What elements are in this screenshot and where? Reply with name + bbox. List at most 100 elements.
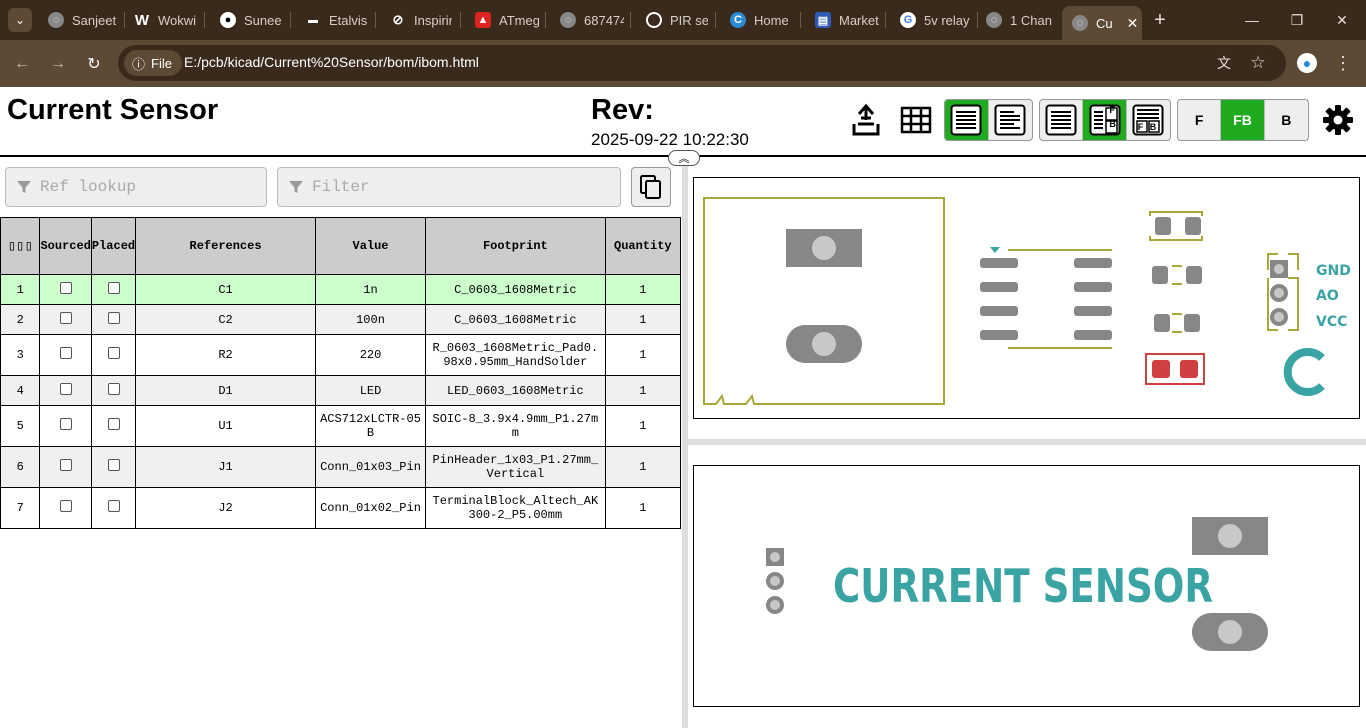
bom-top-bottom-button[interactable]: F B [1127, 100, 1170, 140]
table-row[interactable]: 4 D1 LED LED_0603_1608Metric 1 [0, 375, 682, 406]
browser-tab[interactable]: ▤ Market [815, 6, 879, 34]
revision-label: Rev: [591, 94, 654, 126]
quantity-header[interactable]: Quantity [604, 217, 682, 275]
settings-button[interactable] [1320, 99, 1356, 141]
references-cell: J2 [135, 487, 316, 529]
row-number: 7 [0, 487, 41, 529]
front-layer-button[interactable]: F [1178, 100, 1222, 140]
ibom-page: Current Sensor Rev: 2025-09-22 10:22:30 … [0, 87, 1366, 728]
table-row[interactable]: 2 C2 100n C_0603_1608Metric 1 [0, 304, 682, 335]
close-icon[interactable]: ✕ [1127, 15, 1139, 32]
quantity-cell: 1 [604, 304, 682, 335]
placed-checkbox[interactable] [107, 347, 120, 359]
checkbox-cell [90, 487, 137, 529]
placed-checkbox[interactable] [107, 418, 120, 430]
browser-tab[interactable]: ◌ Sanjeet [48, 6, 118, 34]
sourced-checkbox[interactable] [59, 347, 72, 359]
c2-silkscreen [1172, 265, 1182, 285]
browser-tab[interactable]: W Wokwi [134, 6, 198, 34]
back-button[interactable]: ← [10, 52, 34, 76]
new-tab-button[interactable]: + [1148, 8, 1172, 32]
save-bom-button[interactable] [847, 99, 885, 141]
sourced-checkbox[interactable] [59, 418, 72, 430]
reload-button[interactable]: ↻ [82, 52, 106, 76]
browser-tab[interactable]: ◌ 687474 [560, 6, 624, 34]
d1-pad-1 [1152, 360, 1170, 378]
row-number: 6 [0, 446, 41, 488]
bom-only-button[interactable] [1040, 100, 1084, 140]
sourced-checkbox[interactable] [59, 500, 72, 512]
browser-tab[interactable]: ⊘ Inspirin [390, 6, 452, 34]
table-row[interactable]: 3 R2 220 R_0603_1608Metric_Pad0.98x0.95mm_H… [0, 334, 682, 376]
front-pcb-canvas[interactable]: GND AO VCC [693, 177, 1360, 419]
table-row[interactable]: 1 C1 1n C_0603_1608Metric 1 [0, 274, 682, 305]
copy-bom-button[interactable] [631, 167, 671, 207]
browser-tab[interactable]: ◌ 1 Chan [986, 6, 1052, 34]
value-header[interactable]: Value [314, 217, 427, 275]
minimize-button[interactable]: — [1240, 8, 1264, 32]
bom-table: ▯▯▯ Sourced Placed References Value Foot… [0, 217, 682, 529]
profile-avatar[interactable]: ● [1297, 53, 1317, 73]
browser-tab-active[interactable]: ◌ Cu ✕ [1062, 6, 1142, 40]
bom-left-right-button[interactable]: F B [1083, 100, 1127, 140]
site-info-chip[interactable]: ⓘ File [124, 50, 182, 76]
browser-tab[interactable]: PIR sen [646, 6, 708, 34]
sourced-checkbox[interactable] [59, 382, 72, 395]
translate-icon[interactable]: 文 [1214, 53, 1234, 73]
placed-checkbox[interactable] [107, 500, 120, 512]
quantity-cell: 1 [604, 446, 682, 488]
tab-search-button[interactable]: ⌄ [8, 8, 32, 32]
bom-tb-icon [994, 104, 1026, 136]
references-header[interactable]: References [135, 217, 316, 275]
checkbox-cell [39, 405, 92, 447]
filter-input[interactable]: Filter [277, 167, 621, 207]
column-layout-button[interactable] [898, 99, 934, 141]
d1-pad-2 [1180, 360, 1198, 378]
horizontal-splitter[interactable] [688, 439, 1366, 445]
r2-pad-2 [1184, 314, 1200, 332]
references-cell: R2 [135, 334, 316, 376]
layout-toggle-group [944, 99, 1033, 141]
close-window-button[interactable]: ✕ [1330, 8, 1354, 32]
omnibox[interactable]: ⓘ File E:/pcb/kicad/Current%20Sensor/bom/… [118, 45, 1286, 81]
download-tray-icon [852, 103, 880, 136]
url-text[interactable]: E:/pcb/kicad/Current%20Sensor/bom/ibom.h… [184, 54, 479, 70]
bookmark-star-icon[interactable]: ☆ [1248, 53, 1268, 73]
placed-checkbox[interactable] [107, 311, 120, 324]
browser-tab[interactable]: C Home [730, 6, 794, 34]
ref-lookup-input[interactable]: Ref lookup [5, 167, 267, 207]
j2-drill-2 [812, 332, 836, 356]
back-pcb-canvas[interactable]: CURRENT SENSOR [693, 465, 1360, 707]
front-back-layer-button[interactable]: FB [1221, 100, 1265, 140]
sourced-checkbox[interactable] [59, 311, 72, 324]
sourced-checkbox[interactable] [59, 281, 72, 294]
table-row[interactable]: 5 U1 ACS712xLCTR-05B SOIC-8_3.9x4.9mm_P1.27… [0, 405, 682, 447]
browser-tab[interactable]: ▬ Etalvis [305, 6, 369, 34]
checkbox-cell [90, 446, 137, 488]
back-layer-button[interactable]: B [1265, 100, 1308, 140]
table-row[interactable]: 6 J1 Conn_01x03_Pin PinHeader_1x03_P1.27mm_… [0, 446, 682, 488]
restore-button[interactable]: ❐ [1285, 8, 1309, 32]
sourced-header[interactable]: Sourced [39, 217, 92, 275]
sourced-checkbox[interactable] [59, 459, 72, 471]
footprint-header[interactable]: Footprint [425, 217, 606, 275]
forward-button[interactable]: → [46, 52, 70, 76]
chevron-down-icon: ⌄ [14, 13, 26, 27]
browser-tab[interactable]: G 5v relay [900, 6, 976, 34]
placed-checkbox[interactable] [107, 382, 120, 395]
layout-bom-top-button[interactable] [989, 100, 1033, 140]
layout-bom-left-button[interactable] [945, 100, 989, 140]
c1-pad-2 [1185, 217, 1201, 235]
browser-menu-icon[interactable]: ⋮ [1333, 53, 1353, 73]
placed-checkbox[interactable] [107, 459, 120, 471]
column-menu-header[interactable]: ▯▯▯ [0, 217, 41, 275]
logo-icon [1283, 348, 1325, 396]
browser-tab[interactable]: ▲ ATmeg [475, 6, 539, 34]
browser-tab[interactable]: ● Suneel [220, 6, 282, 34]
silk-vcc-label: VCC [1316, 314, 1347, 330]
table-row[interactable]: 7 J2 Conn_01x02_Pin TerminalBlock_Altech_AK… [0, 487, 682, 529]
placed-checkbox[interactable] [107, 281, 120, 294]
collapse-header-button[interactable]: ︽ [668, 150, 700, 166]
placed-header[interactable]: Placed [90, 217, 137, 275]
globe-icon: ◌ [48, 12, 64, 28]
